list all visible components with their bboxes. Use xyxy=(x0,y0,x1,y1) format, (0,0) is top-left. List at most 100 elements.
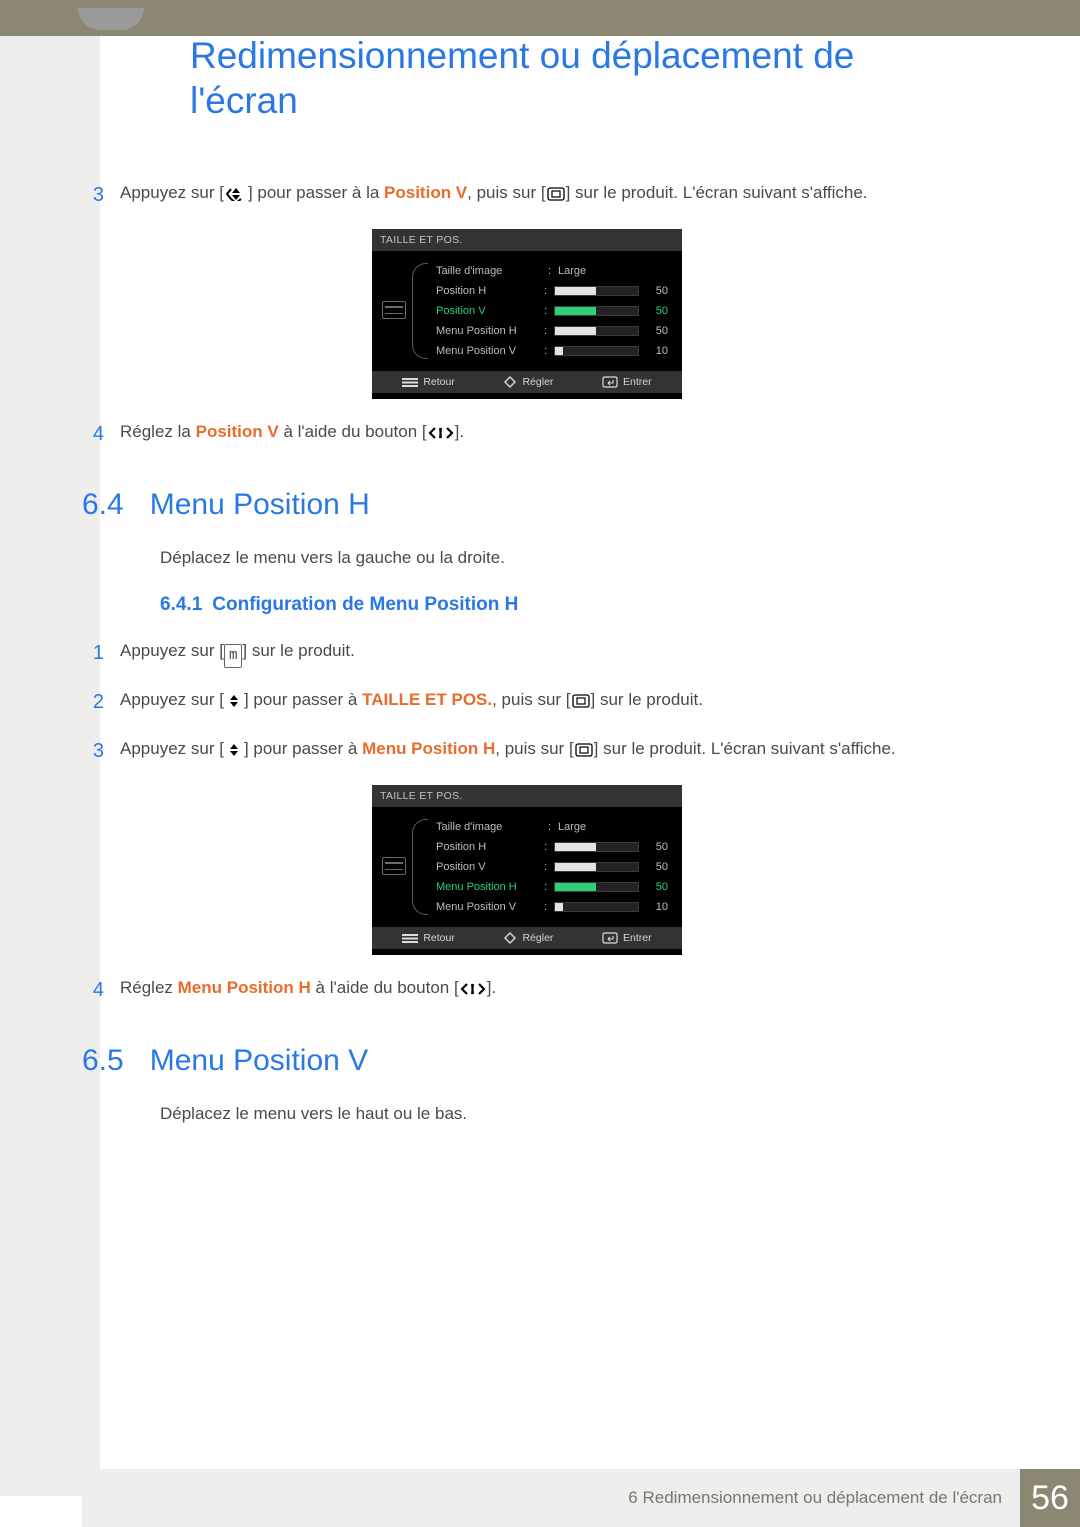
enter-key-icon xyxy=(602,932,618,944)
subsection-641-heading: 6.4.1Configuration de Menu Position H xyxy=(160,594,972,616)
step-a4: 4 Réglez la Position V à l'aide du bouto… xyxy=(82,419,972,450)
content-area: 3 Appuyez sur [] pour passer à la Positi… xyxy=(82,180,972,1150)
osd-row: Taille d'image:Large xyxy=(436,817,668,837)
menu-key-icon: m xyxy=(224,644,242,668)
text: Appuyez sur [ xyxy=(120,641,224,660)
osd-slider-value: 50 xyxy=(643,861,668,873)
step-b1: 1 Appuyez sur [m] sur le produit. xyxy=(82,638,972,669)
step-b4: 4 Réglez Menu Position H à l'aide du bou… xyxy=(82,975,972,1006)
osd-foot-adjust: Régler xyxy=(503,932,553,944)
osd-rows: Taille d'image:LargePosition H:50Positio… xyxy=(420,261,668,361)
text: ] sur le produit. L'écran suivant s'affi… xyxy=(594,739,896,758)
text: ]. xyxy=(455,422,464,441)
osd-foot-back: Retour xyxy=(402,376,455,388)
section-64-heading: 6.4 Menu Position H xyxy=(82,488,972,522)
label: Régler xyxy=(522,376,553,388)
osd-row: Position V:50 xyxy=(436,301,668,321)
step-b2: 2 Appuyez sur [] pour passer à TAILLE ET… xyxy=(82,687,972,718)
step-number: 1 xyxy=(82,638,104,669)
subsection-number: 6.4.1 xyxy=(160,594,202,615)
osd-row-label: Position V xyxy=(436,861,540,873)
step-number: 3 xyxy=(82,736,104,767)
step-body: Réglez Menu Position H à l'aide du bouto… xyxy=(120,975,972,1006)
step-a3: 3 Appuyez sur [] pour passer à la Positi… xyxy=(82,180,972,211)
text: à l'aide du bouton [ xyxy=(279,422,427,441)
up-down-icon xyxy=(224,187,248,201)
osd-row-label: Position H xyxy=(436,841,540,853)
text: ] sur le produit. xyxy=(242,641,354,660)
highlight: Position V xyxy=(196,422,279,441)
osd-row-label: Taille d'image xyxy=(436,821,544,833)
highlight: Position V xyxy=(384,183,467,202)
section-title: Menu Position V xyxy=(150,1044,368,1078)
label: Entrer xyxy=(623,932,652,944)
up-down-icon xyxy=(224,743,244,757)
osd-row: Position V:50 xyxy=(436,857,668,877)
text: ] pour passer à xyxy=(244,690,362,709)
step-number: 3 xyxy=(82,180,104,211)
osd-row-label: Menu Position H xyxy=(436,325,540,337)
osd-category-icon xyxy=(382,857,406,875)
osd-slider-value: 50 xyxy=(643,841,668,853)
osd-slider xyxy=(554,306,639,316)
menu-icon xyxy=(402,377,418,387)
colon: : xyxy=(544,345,550,357)
osd-row: Menu Position V: 10 xyxy=(436,341,668,361)
osd-row-label: Menu Position V xyxy=(436,345,540,357)
text: à l'aide du bouton [ xyxy=(311,978,459,997)
osd-slider-value: 50 xyxy=(643,305,668,317)
text: ]. xyxy=(487,978,496,997)
osd-row: Menu Position H:50 xyxy=(436,321,668,341)
step-body: Appuyez sur [m] sur le produit. xyxy=(120,638,972,669)
osd-slider-value: 10 xyxy=(643,345,668,357)
osd-body: Taille d'image:LargePosition H:50Positio… xyxy=(372,807,682,927)
osd-foot-adjust: Régler xyxy=(503,376,553,388)
step-body: Appuyez sur [] pour passer à TAILLE ET P… xyxy=(120,687,972,718)
osd-foot-enter: Entrer xyxy=(602,376,652,388)
label: Retour xyxy=(423,932,455,944)
step-b3: 3 Appuyez sur [] pour passer à Menu Posi… xyxy=(82,736,972,767)
step-number: 2 xyxy=(82,687,104,718)
osd-row-label: Menu Position H xyxy=(436,881,540,893)
osd-slider xyxy=(554,862,639,872)
osd-row-label: Position H xyxy=(436,285,540,297)
osd-foot-enter: Entrer xyxy=(602,932,652,944)
text: , puis sur [ xyxy=(495,739,573,758)
osd-category-icon xyxy=(382,301,406,319)
osd-body: Taille d'image:LargePosition H:50Positio… xyxy=(372,251,682,371)
osd-slider xyxy=(554,286,639,296)
colon: : xyxy=(544,285,550,297)
section-64-desc: Déplacez le menu vers la gauche ou la dr… xyxy=(160,548,972,568)
osd-slider xyxy=(554,842,639,852)
enter-icon xyxy=(571,694,591,708)
colon: : xyxy=(544,841,550,853)
osd-panel-2-wrap: TAILLE ET POS. Taille d'image:LargePosit… xyxy=(82,785,972,955)
colon: : xyxy=(548,265,554,277)
osd-foot-back: Retour xyxy=(402,932,455,944)
osd-row-value: Large xyxy=(558,821,604,833)
page-footer: 6 Redimensionnement ou déplacement de l'… xyxy=(82,1469,1080,1527)
osd-rows: Taille d'image:LargePosition H:50Positio… xyxy=(420,817,668,917)
diamond-icon xyxy=(503,376,517,388)
osd-slider-value: 10 xyxy=(643,901,668,913)
highlight: Menu Position H xyxy=(362,739,495,758)
left-right-icon xyxy=(427,426,455,440)
text: ] pour passer à la xyxy=(248,183,384,202)
highlight: TAILLE ET POS. xyxy=(362,690,492,709)
osd-bracket xyxy=(412,819,428,915)
step-body: Réglez la Position V à l'aide du bouton … xyxy=(120,419,972,450)
menu-icon xyxy=(402,933,418,943)
text: Réglez xyxy=(120,978,178,997)
text: Réglez la xyxy=(120,422,196,441)
osd-title: TAILLE ET POS. xyxy=(372,785,682,807)
section-title: Menu Position H xyxy=(150,488,370,522)
footer-text: 6 Redimensionnement ou déplacement de l'… xyxy=(628,1488,1002,1508)
diamond-icon xyxy=(503,932,517,944)
colon: : xyxy=(544,901,550,913)
osd-slider-value: 50 xyxy=(643,285,668,297)
step-body: Appuyez sur [] pour passer à la Position… xyxy=(120,180,972,211)
top-bar xyxy=(0,0,1080,36)
step-number: 4 xyxy=(82,975,104,1006)
osd-slider xyxy=(554,882,639,892)
osd-row-value: Large xyxy=(558,265,604,277)
